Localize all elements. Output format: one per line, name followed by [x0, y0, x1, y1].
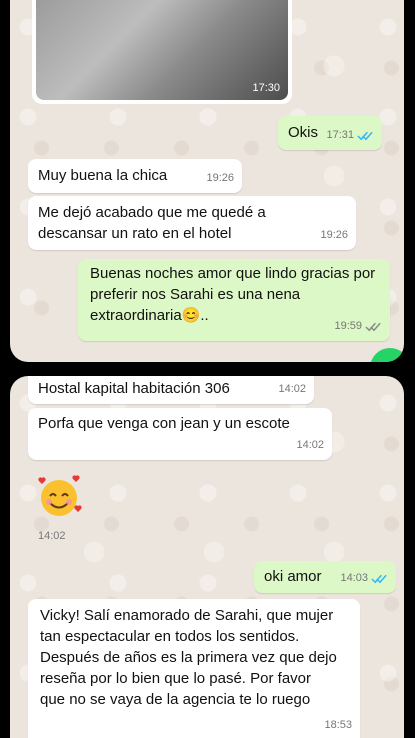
message-time: 14:02 — [278, 383, 306, 395]
message-time: 14:02 — [296, 439, 324, 451]
message-incoming[interactable]: Me dejó acabado que me quedé a descansar… — [28, 196, 356, 250]
message-meta: 19:59 — [334, 316, 382, 337]
message-outgoing[interactable]: oki amor 14:03 — [254, 561, 396, 593]
smiling-face-with-hearts-icon — [38, 475, 82, 516]
message-time: 19:26 — [206, 172, 234, 184]
message-incoming[interactable]: Hostal kapital habitación 306 14:02 — [28, 376, 314, 404]
media-message[interactable]: 17:30 — [32, 0, 292, 104]
message-incoming[interactable]: Porfa que venga con jean y un escote 14:… — [28, 408, 332, 460]
message-time: 17:31 — [326, 129, 354, 141]
message-text: Muy buena la chica — [38, 167, 168, 184]
message-time: 19:26 — [320, 229, 348, 241]
message-time: 14:03 — [340, 572, 368, 584]
read-ticks-icon — [357, 131, 373, 141]
message-text: Hostal kapital habitación 306 — [38, 380, 230, 397]
media-thumbnail[interactable]: 17:30 — [36, 0, 288, 100]
chat-screenshot-bottom: Hostal kapital habitación 306 14:02 Porf… — [10, 376, 404, 738]
message-meta: 14:03 — [340, 568, 388, 589]
message-time: 19:59 — [334, 320, 362, 332]
chat-screenshot-top: 17:30 Okis 17:31 Muy buena la chica 19:2… — [10, 0, 404, 362]
message-time: 14:02 — [38, 530, 66, 542]
message-outgoing[interactable]: Okis 17:31 — [278, 116, 382, 150]
message-outgoing[interactable]: Buenas noches amor que lindo gracias por… — [78, 259, 390, 341]
message-meta: 17:31 — [326, 125, 374, 146]
message-incoming[interactable]: Vicky! Salí enamorado de Sarahi, que muj… — [28, 599, 360, 738]
message-incoming[interactable]: Muy buena la chica 19:26 — [28, 159, 242, 193]
scroll-down-button[interactable] — [370, 348, 404, 362]
delivered-ticks-icon — [365, 322, 381, 332]
read-ticks-icon — [371, 574, 387, 584]
message-text: Me dejó acabado que me quedé a descansar… — [38, 204, 266, 242]
message-time: 17:30 — [252, 82, 280, 94]
message-time: 18:53 — [324, 719, 352, 731]
message-text: Vicky! Salí enamorado de Sarahi, que muj… — [40, 607, 337, 708]
message-text: Porfa que venga con jean y un escote — [38, 415, 290, 432]
